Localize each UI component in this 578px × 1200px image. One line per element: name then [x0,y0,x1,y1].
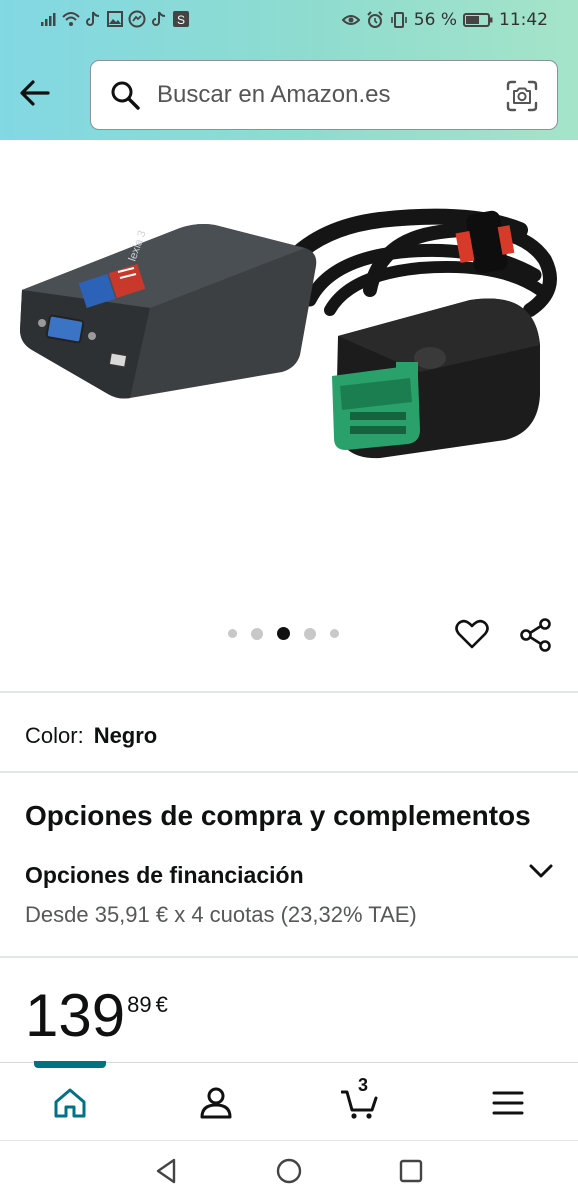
price-whole: 139 [25,982,126,1049]
purchase-options-title: Opciones de compra y complementos [25,800,531,831]
chevron-down-icon[interactable] [526,856,556,886]
battery-icon [463,11,493,29]
wifi-icon [62,10,80,28]
search-bar[interactable] [90,60,558,130]
nav-menu[interactable] [486,1081,530,1125]
back-button[interactable] [16,74,54,112]
s-app-icon: S [172,10,190,28]
heart-icon[interactable] [454,616,490,652]
share-icon[interactable] [518,617,554,653]
account-icon [200,1087,232,1119]
carousel-dot[interactable] [304,627,316,640]
nav-home[interactable] [48,1081,92,1125]
svg-text:S: S [177,13,185,27]
top-header: S 56 % 11:42 [0,0,578,140]
gallery-icon [106,10,124,28]
back-triangle-icon[interactable] [150,1155,182,1187]
camera-search-icon[interactable] [505,79,539,113]
carousel-dot[interactable] [228,629,237,638]
carousel-dot[interactable] [330,629,339,638]
active-tab-indicator [34,1061,106,1068]
back-arrow-icon [20,80,50,106]
financing-detail: Desde 35,91 € x 4 cuotas (23,32% TAE) [25,902,417,927]
carousel-dot[interactable] [251,627,263,640]
status-icons-right: 56 % 11:42 [341,10,548,30]
tiktok-icon [150,10,168,28]
bottom-nav: 3 [0,1061,578,1140]
carousel-dot-active[interactable] [277,627,290,640]
color-selector[interactable]: Color: Negro [25,723,157,749]
recents-square-icon[interactable] [395,1155,427,1187]
divider [0,956,578,958]
menu-icon [492,1091,524,1115]
price-currency: € [155,992,168,1017]
status-time: 11:42 [499,10,548,30]
nav-account[interactable] [194,1081,238,1125]
status-icons-left: S [40,10,190,28]
product-image[interactable]: lexia 3 [0,140,578,610]
vibrate-icon [390,11,408,29]
search-icon [111,81,140,110]
messenger-icon [128,10,146,28]
divider [0,771,578,773]
price-fraction: 89 [127,992,152,1017]
alarm-icon [366,11,384,29]
cart-count: 3 [358,1075,369,1095]
color-label: Color: [25,723,84,748]
search-input[interactable] [157,81,477,109]
color-value: Negro [93,723,158,748]
status-bar: S 56 % 11:42 [0,0,578,44]
image-carousel-dots[interactable] [228,627,339,640]
home-circle-icon[interactable] [273,1155,305,1187]
divider [0,691,578,693]
nav-cart[interactable]: 3 [338,1075,382,1125]
home-icon [54,1088,86,1118]
price: 139 89 € [25,982,168,1050]
tiktok-icon [84,10,102,28]
signal-icon [40,10,58,28]
system-nav-bar [0,1140,578,1200]
battery-percent: 56 % [413,10,457,30]
eye-icon [341,11,360,29]
financing-options-title[interactable]: Opciones de financiación [25,862,304,889]
